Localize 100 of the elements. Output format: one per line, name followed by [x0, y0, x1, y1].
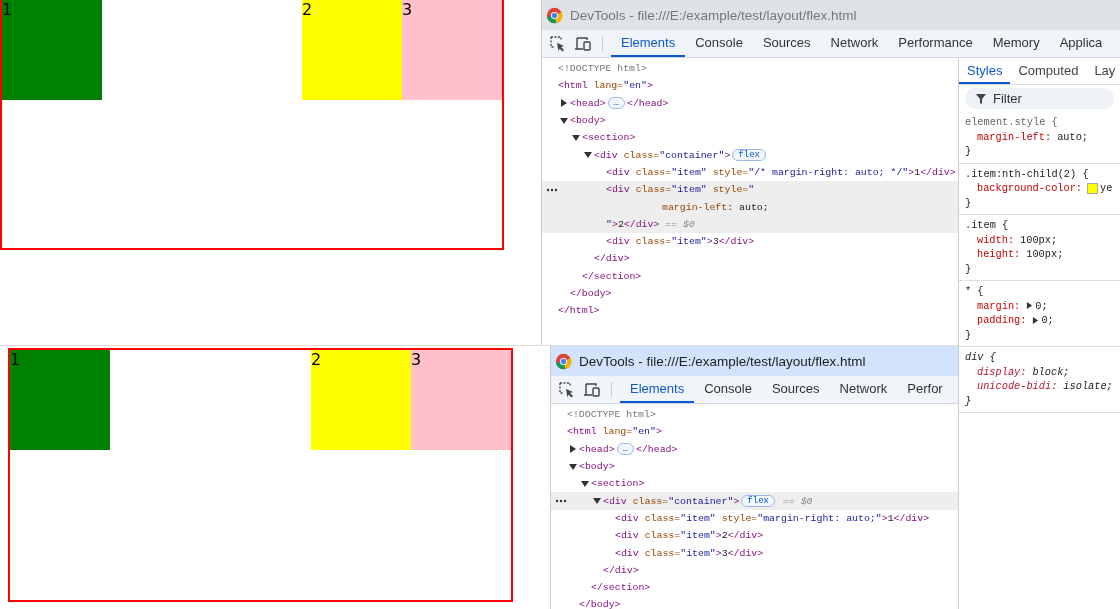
code-line: ">2</div> == $0 [606, 218, 695, 230]
badge[interactable]: flex [732, 149, 766, 162]
tree-row[interactable]: </div> [551, 561, 958, 579]
sidebar-tab[interactable]: Computed [1010, 58, 1087, 84]
triangle-icon[interactable] [584, 151, 592, 160]
code-line: </div> [594, 253, 630, 265]
tree-row[interactable]: <div class="item">3</div> [542, 232, 958, 251]
tree-row[interactable]: margin-left: auto; [542, 198, 958, 216]
css-property: width: [977, 232, 1015, 247]
panel-tab[interactable]: Sources [752, 30, 821, 57]
css-brace: } [965, 196, 972, 209]
code-line: </body> [570, 288, 612, 299]
browser-logo-icon [546, 6, 563, 24]
flex-item: 2 [302, 0, 402, 100]
code-line: <div class="item" style=" [606, 184, 755, 196]
panel-tab[interactable]: Memory [982, 30, 1050, 57]
css-brace: } [965, 328, 972, 341]
panel-tab[interactable]: Elements [611, 30, 686, 57]
flex-item: 1 [10, 350, 110, 450]
panel-tab[interactable]: Console [685, 30, 753, 57]
tree-row[interactable]: <html lang="en"> [551, 423, 958, 441]
tree-row[interactable]: <body> [542, 111, 958, 130]
tree-row[interactable]: <div class="container"> flex == $0 [551, 492, 958, 510]
panel-tab[interactable]: Sources [761, 376, 830, 403]
tree-row[interactable]: <section> [551, 475, 958, 493]
tree-row[interactable]: </body> [542, 284, 958, 303]
tree-row[interactable]: </section> [551, 578, 958, 597]
tree-row[interactable]: </body> [551, 596, 958, 609]
code-line: <div class="item" style="margin-right: auto;">1</div> [615, 512, 930, 524]
color-swatch[interactable] [1088, 183, 1098, 193]
tree-row[interactable]: <div class="container"> flex [542, 146, 958, 164]
triangle-icon[interactable] [569, 462, 577, 471]
tree-row[interactable]: <div class="item" style="/* margin-right: auto; */">1</div> [542, 163, 958, 182]
more-dots-icon[interactable] [546, 188, 558, 193]
code-line: <html lang="en"> [558, 80, 653, 92]
css-property: unicode-bidi: [977, 379, 1058, 394]
panel-tab[interactable]: Network [829, 376, 898, 403]
more-dots-icon[interactable] [555, 499, 567, 504]
triangle-icon[interactable] [1026, 302, 1034, 310]
triangle-icon[interactable] [560, 116, 568, 125]
inspect-element-icon[interactable] [550, 35, 566, 52]
code-line: <div class="item">3</div> [615, 547, 764, 559]
tree-row[interactable]: <div class="item">2</div> [551, 527, 958, 545]
panel-tab[interactable]: Performance [888, 30, 983, 57]
css-property: display: [977, 364, 1027, 379]
css-brace: } [965, 394, 972, 407]
css-value: ye [1100, 181, 1113, 196]
badge[interactable]: … [607, 97, 625, 110]
sidebar-tab[interactable]: Styles [959, 58, 1011, 84]
device-toolbar-icon[interactable] [574, 35, 592, 52]
tree-row[interactable]: <div class="item">3</div> [551, 544, 958, 562]
code-line: <html lang="en"> [567, 426, 662, 438]
code-line: </html> [558, 305, 600, 317]
code-line: <div class="item" style="/* margin-right: auto; */">1</div> [606, 166, 956, 178]
flex-item: 2 [311, 350, 411, 450]
css-selector: div { [965, 351, 996, 363]
triangle-icon[interactable] [1032, 316, 1040, 324]
tree-row[interactable]: <body> [551, 457, 958, 476]
panel-tab[interactable]: Network [820, 30, 889, 57]
css-value: isolate; [1063, 379, 1113, 394]
css-value: 100px; [1020, 232, 1058, 247]
code-line: </body> [579, 599, 621, 609]
triangle-icon[interactable] [560, 99, 568, 108]
panel-tab[interactable]: Console [694, 376, 762, 403]
code-line: <body> [570, 115, 606, 127]
sidebar-tab[interactable]: Lay [1086, 58, 1120, 84]
code-line: <!DOCTYPE html> [567, 409, 656, 421]
code-line: <body> [579, 461, 615, 473]
css-property: background-color: [977, 181, 1083, 196]
tree-row[interactable]: <!DOCTYPE html> [542, 60, 958, 78]
badge[interactable]: … [616, 443, 634, 456]
code-line: <div class="item">3</div> [606, 236, 755, 248]
css-selector: .item:nth-child(2) { [965, 167, 1089, 180]
filter-field[interactable]: Filter [965, 88, 1114, 109]
flex-item: 3 [402, 0, 502, 100]
browser-logo-icon [555, 352, 572, 370]
triangle-icon[interactable] [593, 497, 601, 506]
tree-row[interactable]: </section> [542, 267, 958, 285]
css-value: 0; [1041, 313, 1054, 328]
triangle-icon[interactable] [572, 133, 580, 142]
tree-row[interactable]: <html lang="en"> [542, 77, 958, 95]
tree-row[interactable]: </html> [542, 302, 958, 320]
panel-tab[interactable]: Applica [1049, 30, 1113, 57]
badge[interactable]: flex [741, 495, 775, 508]
device-toolbar-icon[interactable] [583, 381, 601, 398]
code-line: </div> [603, 564, 639, 576]
tree-row[interactable]: <div class="item" style=" [542, 181, 958, 199]
tree-row[interactable]: <section> [542, 129, 958, 147]
tree-row[interactable]: <head> … </head> [551, 440, 958, 458]
inspect-element-icon[interactable] [559, 381, 575, 398]
panel-tab[interactable]: Elements [620, 376, 695, 403]
triangle-icon[interactable] [581, 479, 589, 488]
code-line: </head> [635, 443, 678, 455]
tree-row[interactable]: </div> [542, 250, 958, 268]
tree-row[interactable]: <head> … </head> [542, 94, 958, 112]
triangle-icon[interactable] [569, 445, 577, 454]
panel-tab[interactable]: Perfor [897, 376, 953, 403]
tree-row[interactable]: <!DOCTYPE html> [551, 406, 958, 424]
css-selector: element.style { [965, 116, 1058, 128]
tree-row[interactable]: <div class="item" style="margin-right: auto;">1</div> [551, 509, 958, 528]
